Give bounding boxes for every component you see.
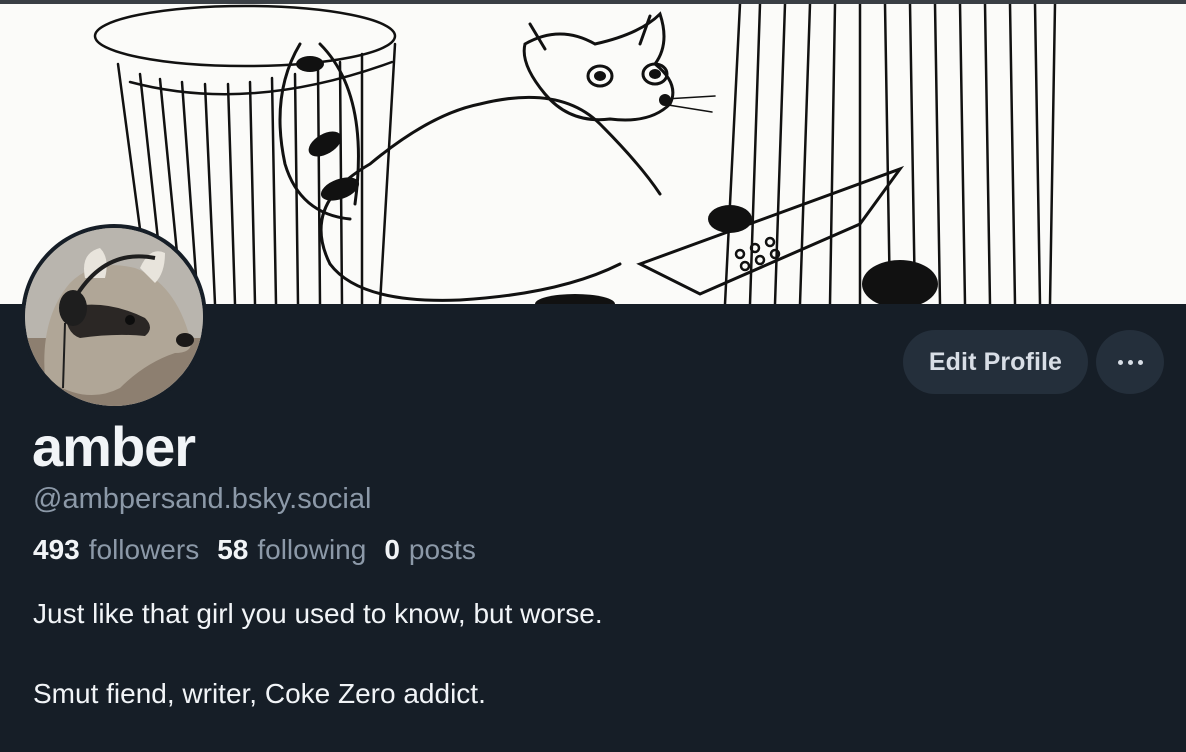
posts-label: posts	[408, 534, 476, 565]
raccoon-headphones-photo-icon	[25, 228, 203, 406]
followers-label: followers	[88, 534, 200, 565]
following-count: 58	[217, 534, 249, 565]
profile-handle: @ambpersand.bsky.social	[33, 483, 372, 515]
posts-count: 0	[384, 534, 400, 565]
bio-line: Smut fiend, writer, Coke Zero addict.	[33, 678, 486, 709]
profile-bio: Just like that girl you used to know, bu…	[33, 594, 1133, 714]
bio-line: Just like that girl you used to know, bu…	[33, 598, 603, 629]
display-name: amber	[32, 415, 196, 478]
more-options-button[interactable]	[1096, 330, 1164, 394]
following-link[interactable]: 58 following	[217, 534, 366, 566]
profile-page: Edit Profile amber @ambpersand.bsky.soci…	[0, 0, 1186, 752]
avatar[interactable]	[21, 224, 207, 410]
following-label: following	[257, 534, 367, 565]
ellipsis-icon	[1117, 359, 1143, 365]
followers-link[interactable]: 493 followers	[33, 534, 199, 566]
edit-profile-button[interactable]: Edit Profile	[903, 330, 1088, 394]
followers-count: 493	[33, 534, 80, 565]
profile-stats: 493 followers 58 following 0 posts	[33, 534, 494, 566]
posts-count-display: 0 posts	[384, 534, 476, 566]
